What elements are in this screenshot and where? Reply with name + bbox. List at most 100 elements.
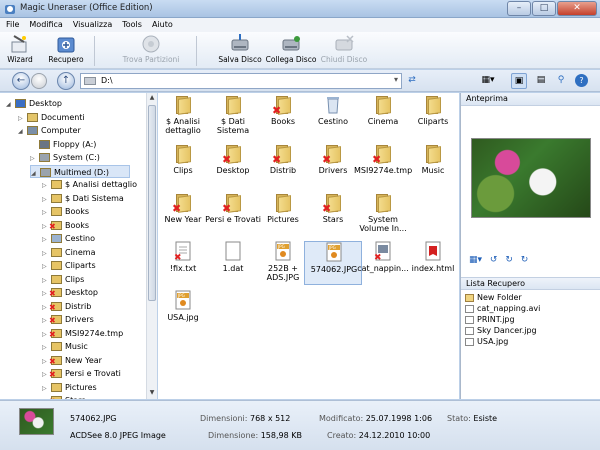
right-panel: Anteprima ▦▾ ↺ ↻ ↻ Lista Recupero New Fo… xyxy=(460,93,600,399)
tree-item[interactable]: ▷ $ Dati Sistema xyxy=(42,192,124,205)
tree-item[interactable]: ▷ Music xyxy=(42,340,88,353)
folder-icon: ✖ xyxy=(272,143,292,166)
tree-item[interactable]: ◢ Computer xyxy=(18,124,81,137)
close-button[interactable]: ✕ xyxy=(557,1,597,16)
toolbar-separator xyxy=(94,36,95,66)
refresh-icon[interactable]: ↻ xyxy=(505,255,513,265)
toolbar: Wizard Recupero Trova Partizioni Salva D… xyxy=(0,32,600,69)
recovery-item-label: Sky Dancer.jpg xyxy=(477,326,537,335)
expand-arrow-icon[interactable]: ▷ xyxy=(42,247,51,260)
expand-arrow-icon[interactable]: ▷ xyxy=(42,260,51,273)
minimize-button[interactable]: – xyxy=(507,1,531,16)
preview-pane-button[interactable]: ▣ xyxy=(511,73,527,89)
tree-item[interactable]: ▷ System (C:) xyxy=(30,151,100,164)
file-item[interactable]: JPG USA.jpg xyxy=(154,290,212,334)
menu-tools[interactable]: Tools xyxy=(122,18,142,32)
rotate-left-icon[interactable]: ↺ xyxy=(490,255,498,265)
save-button[interactable]: ▤ xyxy=(533,73,549,89)
tree-item-label: Distrib xyxy=(65,301,92,311)
expanded-arrow-icon[interactable]: ◢ xyxy=(6,98,15,111)
expand-arrow-icon[interactable]: ▷ xyxy=(42,382,51,395)
file-item[interactable]: index.html xyxy=(404,241,462,285)
tree-item[interactable]: ▷ Cliparts xyxy=(42,259,96,272)
recovery-list-item[interactable]: Sky Dancer.jpg xyxy=(465,325,537,336)
desktop-icon xyxy=(15,99,26,108)
address-bar[interactable]: D:\ ▾ xyxy=(80,73,402,89)
expanded-arrow-icon[interactable]: ◢ xyxy=(31,167,40,180)
folder-del-icon: ✖ xyxy=(49,301,62,311)
deleted-mark-icon: ✖ xyxy=(272,153,282,166)
expand-arrow-icon[interactable]: ▷ xyxy=(30,152,39,165)
expanded-arrow-icon[interactable]: ◢ xyxy=(18,125,27,138)
maximize-button[interactable]: □ xyxy=(532,1,556,16)
wizard-button[interactable]: Wizard xyxy=(4,33,36,68)
recupero-button[interactable]: Recupero xyxy=(44,33,88,68)
tree-item-label: System (C:) xyxy=(53,153,100,162)
tree-item[interactable]: ▷ Pictures xyxy=(42,381,97,394)
collega-disco-button[interactable]: Collega Disco xyxy=(265,33,317,68)
tree-item[interactable]: ▷ ✖ MSI9274e.tmp xyxy=(42,327,123,340)
search-button[interactable]: ⚲ xyxy=(553,73,569,89)
file-item[interactable]: Cliparts xyxy=(404,94,462,138)
modified-label: Modificato: xyxy=(319,414,364,423)
rotate-right-icon[interactable]: ↻ xyxy=(521,255,529,265)
tree-item[interactable]: ▷ ✖ Books xyxy=(42,219,89,232)
tree-item[interactable]: ◢ Multimed (D:) xyxy=(30,164,130,180)
back-button[interactable]: ← xyxy=(12,72,30,90)
docs-icon xyxy=(27,112,38,122)
created-label: Creato: xyxy=(327,431,357,440)
help-button[interactable]: ? xyxy=(575,74,588,87)
recycle-bin-icon xyxy=(324,94,342,114)
image-menu-icon[interactable]: ▦▾ xyxy=(469,255,482,265)
tree-item[interactable]: ▷ Cinema xyxy=(42,246,96,259)
salva-disco-button[interactable]: Salva Disco xyxy=(217,33,263,68)
expand-arrow-icon[interactable]: ▷ xyxy=(42,341,51,354)
tree-item[interactable]: ▷ ✖ New Year xyxy=(42,354,102,367)
recovery-list-item[interactable]: USA.jpg xyxy=(465,336,508,347)
view-mode-button[interactable]: ▦▾ xyxy=(480,73,496,89)
circle-button[interactable] xyxy=(31,73,47,89)
recovery-list-item[interactable]: PRINT.jpg xyxy=(465,314,515,325)
scroll-down-icon[interactable]: ▼ xyxy=(148,389,156,398)
tree-item[interactable]: ▷ Documenti xyxy=(18,111,85,124)
expand-arrow-icon[interactable]: ▷ xyxy=(42,233,51,246)
svg-text:JPG: JPG xyxy=(328,245,336,250)
expand-arrow-icon[interactable]: ▷ xyxy=(42,193,51,206)
menu-modifica[interactable]: Modifica xyxy=(29,18,62,32)
tree-item[interactable]: Floppy (A:) xyxy=(30,138,96,151)
expand-arrow-icon[interactable]: ▷ xyxy=(42,274,51,287)
panel-icon: ▣ xyxy=(514,76,524,86)
tree-item[interactable]: ▷ $ Analisi dettaglio xyxy=(42,178,137,191)
tree-item[interactable]: ▷ Cestino xyxy=(42,232,95,245)
expand-arrow-icon[interactable]: ▷ xyxy=(42,206,51,219)
tree-item-label: Floppy (A:) xyxy=(53,139,97,149)
expand-arrow-icon[interactable]: ▷ xyxy=(18,112,27,125)
tree-item[interactable]: ▷✖Stars xyxy=(42,394,86,399)
folder-icon xyxy=(424,143,442,164)
tree-item[interactable]: ▷ ✖ Desktop xyxy=(42,286,98,299)
address-path: D:\ xyxy=(101,76,113,85)
recovery-list-item[interactable]: New Folder xyxy=(465,292,522,303)
expand-arrow-icon[interactable]: ▷ xyxy=(42,179,51,192)
tree-item[interactable]: ◢ Desktop xyxy=(6,97,62,110)
go-button[interactable]: ⇄ xyxy=(404,73,420,89)
folder-icon xyxy=(51,261,62,270)
tree-item[interactable]: ▷ ✖ Drivers xyxy=(42,313,94,326)
folder-tree: ◢ Desktop ▷ Documenti ◢ Computer Floppy (A:) ▷ S… xyxy=(0,93,157,399)
tree-item[interactable]: ▷ ✖ Persi e Trovati xyxy=(42,367,121,380)
deleted-mark-icon: ✖ xyxy=(172,202,182,215)
file-item[interactable]: System Volume In... xyxy=(354,192,412,236)
up-button[interactable]: ↑ xyxy=(57,72,75,90)
chiudi-disco-button[interactable]: Chiudi Disco xyxy=(320,33,368,68)
menu-file[interactable]: File xyxy=(6,18,19,32)
chevron-down-icon[interactable]: ▾ xyxy=(394,75,398,84)
recovery-list-item[interactable]: cat_napping.avi xyxy=(465,303,540,314)
preview-header: Anteprima xyxy=(461,93,600,106)
trova-partizioni-button[interactable]: Trova Partizioni xyxy=(118,33,184,68)
file-item[interactable]: Music xyxy=(404,143,462,187)
menu-aiuto[interactable]: Aiuto xyxy=(152,18,173,32)
tree-item[interactable]: ▷ Books xyxy=(42,205,89,218)
tree-item[interactable]: ▷ Clips xyxy=(42,273,84,286)
menu-visualizza[interactable]: Visualizza xyxy=(73,18,112,32)
tree-item[interactable]: ▷ ✖ Distrib xyxy=(42,300,91,313)
